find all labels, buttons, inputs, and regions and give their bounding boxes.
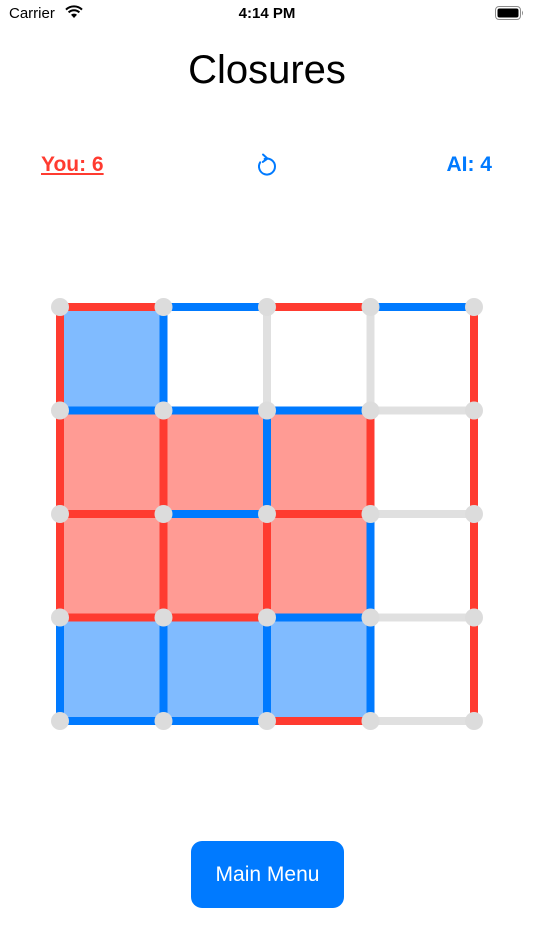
grid-dot (361, 505, 380, 523)
grid-dot (51, 505, 69, 523)
grid-dot (258, 712, 276, 730)
grid-dot (258, 505, 276, 523)
grid-dot (361, 608, 380, 627)
box-player (271, 518, 367, 614)
grid-dot (51, 712, 69, 730)
grid-dot (465, 505, 483, 523)
grid-dot (465, 298, 483, 316)
grid-dot (51, 401, 69, 420)
grid-dot (154, 505, 173, 523)
grid-dot (154, 608, 173, 627)
box-player (167, 414, 263, 510)
box-ai (167, 621, 263, 717)
main-menu-button[interactable]: Main Menu (191, 841, 344, 908)
box-ai (271, 621, 367, 717)
grid-dot (361, 401, 380, 420)
grid-dot (465, 712, 483, 730)
box-player (271, 414, 367, 510)
grid-dot (465, 608, 483, 627)
grid-dot (154, 298, 173, 316)
box-ai (64, 311, 160, 407)
box-player (167, 518, 263, 614)
grid-dot (361, 298, 380, 316)
grid-dot (258, 401, 276, 420)
grid-dot (361, 712, 380, 730)
grid-dot (154, 401, 173, 420)
box-player (64, 518, 160, 614)
box-player (64, 414, 160, 510)
grid-dot (51, 608, 69, 627)
box-ai (64, 621, 160, 717)
grid-dot (154, 712, 173, 730)
grid-dot (258, 608, 276, 627)
grid-dot (258, 298, 276, 316)
game-board[interactable] (0, 0, 534, 950)
grid-dot (465, 401, 483, 420)
grid-dot (51, 298, 69, 316)
